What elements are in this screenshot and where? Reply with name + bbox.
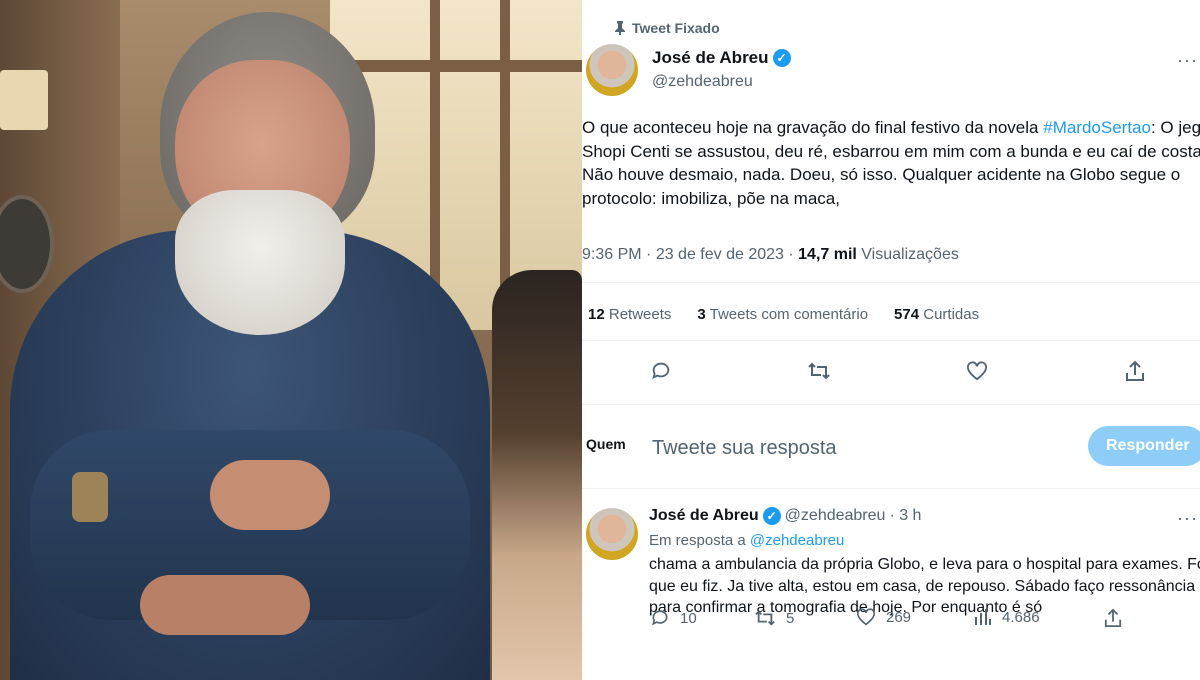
reply-avatar-label: Quem <box>586 436 626 452</box>
in-reply-handle-link[interactable]: @zehdeabreu <box>750 532 844 549</box>
author-name-text: José de Abreu <box>652 48 769 67</box>
quotes-label: Tweets com comentário <box>709 306 869 323</box>
reply-likes[interactable]: 269 <box>856 608 911 626</box>
views-label: Visualizações <box>861 246 959 263</box>
reply-input[interactable] <box>650 432 984 464</box>
tweet-text-part: O que aconteceu hoje na gravação do fina… <box>582 118 1039 137</box>
reply-icon[interactable] <box>648 358 674 384</box>
divider <box>582 340 1200 341</box>
reply-retweets[interactable]: 5 <box>754 608 794 628</box>
retweet-icon <box>755 610 775 626</box>
reply-likes-count: 269 <box>886 608 912 626</box>
views-count: 14,7 mil <box>798 246 857 263</box>
pinned-indicator: Tweet Fixado <box>614 20 720 36</box>
actor-photo <box>0 0 582 680</box>
avatar[interactable] <box>586 44 638 96</box>
reply-replies[interactable]: 10 <box>650 608 697 628</box>
quotes-stat[interactable]: 3 Tweets com comentário <box>697 306 868 323</box>
reply-views-count: 4.686 <box>1002 608 1040 626</box>
author-name[interactable]: José de Abreu ✓ <box>652 48 791 68</box>
photo-lamp <box>0 70 48 130</box>
like-icon <box>857 608 875 626</box>
photo-window-frame <box>330 60 582 72</box>
in-reply-to: Em resposta a @zehdeabreu <box>649 532 844 549</box>
tweet-time[interactable]: 9:36 PM <box>582 246 642 263</box>
pin-icon <box>615 21 625 35</box>
reply-replies-count: 10 <box>680 609 697 627</box>
likes-stat[interactable]: 574 Curtidas <box>894 306 979 323</box>
photo-background-person <box>492 270 582 680</box>
likes-label: Curtidas <box>923 306 980 323</box>
tweet-text: O que aconteceu hoje na gravação do fina… <box>582 116 1200 210</box>
reply-icon <box>652 610 668 626</box>
reply-retweets-count: 5 <box>786 609 795 627</box>
photo-hand <box>140 575 310 635</box>
in-reply-prefix: Em resposta a <box>649 532 746 549</box>
reply-more-options-icon[interactable]: ··· <box>1177 508 1198 529</box>
more-options-icon[interactable]: ··· <box>1177 50 1198 71</box>
author-handle[interactable]: @zehdeabreu <box>652 73 753 91</box>
reply-avatar[interactable] <box>586 508 638 560</box>
pinned-label: Tweet Fixado <box>632 20 720 36</box>
hashtag-link[interactable]: #MardoSertao <box>1043 118 1151 137</box>
reply-author-name: José de Abreu <box>649 507 759 524</box>
reply-author[interactable]: José de Abreu ✓ @zehdeabreu · 3 h <box>649 507 921 525</box>
likes-count: 574 <box>894 306 920 323</box>
reply-author-handle: @zehdeabreu <box>784 507 886 524</box>
divider <box>582 282 1200 283</box>
divider <box>582 488 1200 489</box>
like-icon[interactable] <box>964 358 990 384</box>
photo-hand <box>210 460 330 530</box>
quotes-count: 3 <box>697 306 706 323</box>
tweet-panel: Tweet Fixado José de Abreu ✓ @zehdeabreu… <box>582 0 1200 680</box>
retweets-count: 12 <box>588 306 605 323</box>
photo-watch <box>72 472 108 522</box>
tweet-date[interactable]: 23 de fev de 2023 <box>656 246 784 263</box>
views-icon <box>975 609 991 625</box>
verified-icon: ✓ <box>772 49 791 67</box>
verified-icon: ✓ <box>762 507 781 525</box>
reply-share[interactable] <box>1104 608 1122 628</box>
share-icon[interactable] <box>1122 358 1148 384</box>
reply-time: · 3 h <box>889 507 922 524</box>
divider <box>582 404 1200 405</box>
tweet-actions <box>582 358 1200 386</box>
tweet-stats: 12 Retweets 3 Tweets com comentário 574 … <box>588 306 979 323</box>
tweet-meta: 9:36 PM · 23 de fev de 2023 · 14,7 mil V… <box>582 246 959 263</box>
reply-button[interactable]: Responder <box>1088 426 1200 466</box>
retweet-icon[interactable] <box>806 358 832 384</box>
photo-beard <box>175 190 345 335</box>
share-icon <box>1104 608 1122 627</box>
retweets-label: Retweets <box>608 306 672 323</box>
reply-views[interactable]: 4.686 <box>974 608 1040 626</box>
retweets-stat[interactable]: 12 Retweets <box>588 306 671 323</box>
